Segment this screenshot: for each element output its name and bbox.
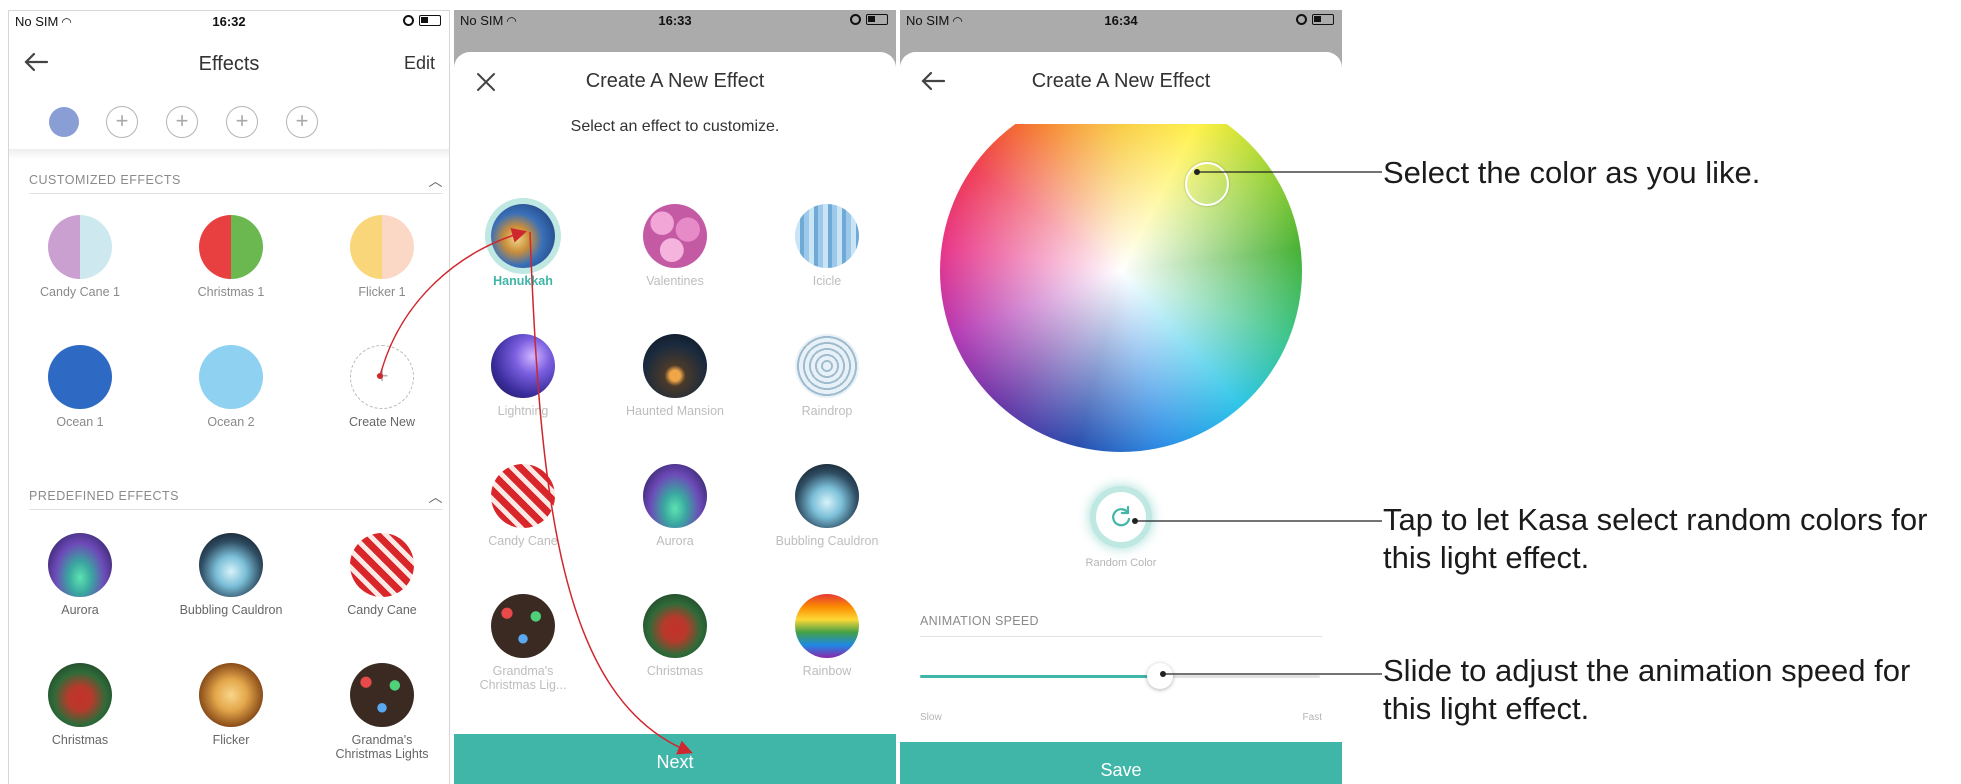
annotation-color: Select the color as you like. — [1383, 155, 1761, 190]
annotation-random-line2: this light effect. — [1383, 540, 1590, 575]
annotation-speed-line2: this light effect. — [1383, 691, 1590, 726]
arrow-origin-dot — [377, 373, 383, 379]
leader-dot — [1132, 518, 1138, 524]
flow-arrow — [379, 228, 527, 377]
leader-dot — [1160, 671, 1166, 677]
leader-dot — [1194, 169, 1200, 175]
annotation-speed-line1: Slide to adjust the animation speed for — [1383, 653, 1911, 688]
annotation-random-line1: Tap to let Kasa select random colors for — [1383, 502, 1928, 537]
flow-arrow — [529, 231, 693, 755]
